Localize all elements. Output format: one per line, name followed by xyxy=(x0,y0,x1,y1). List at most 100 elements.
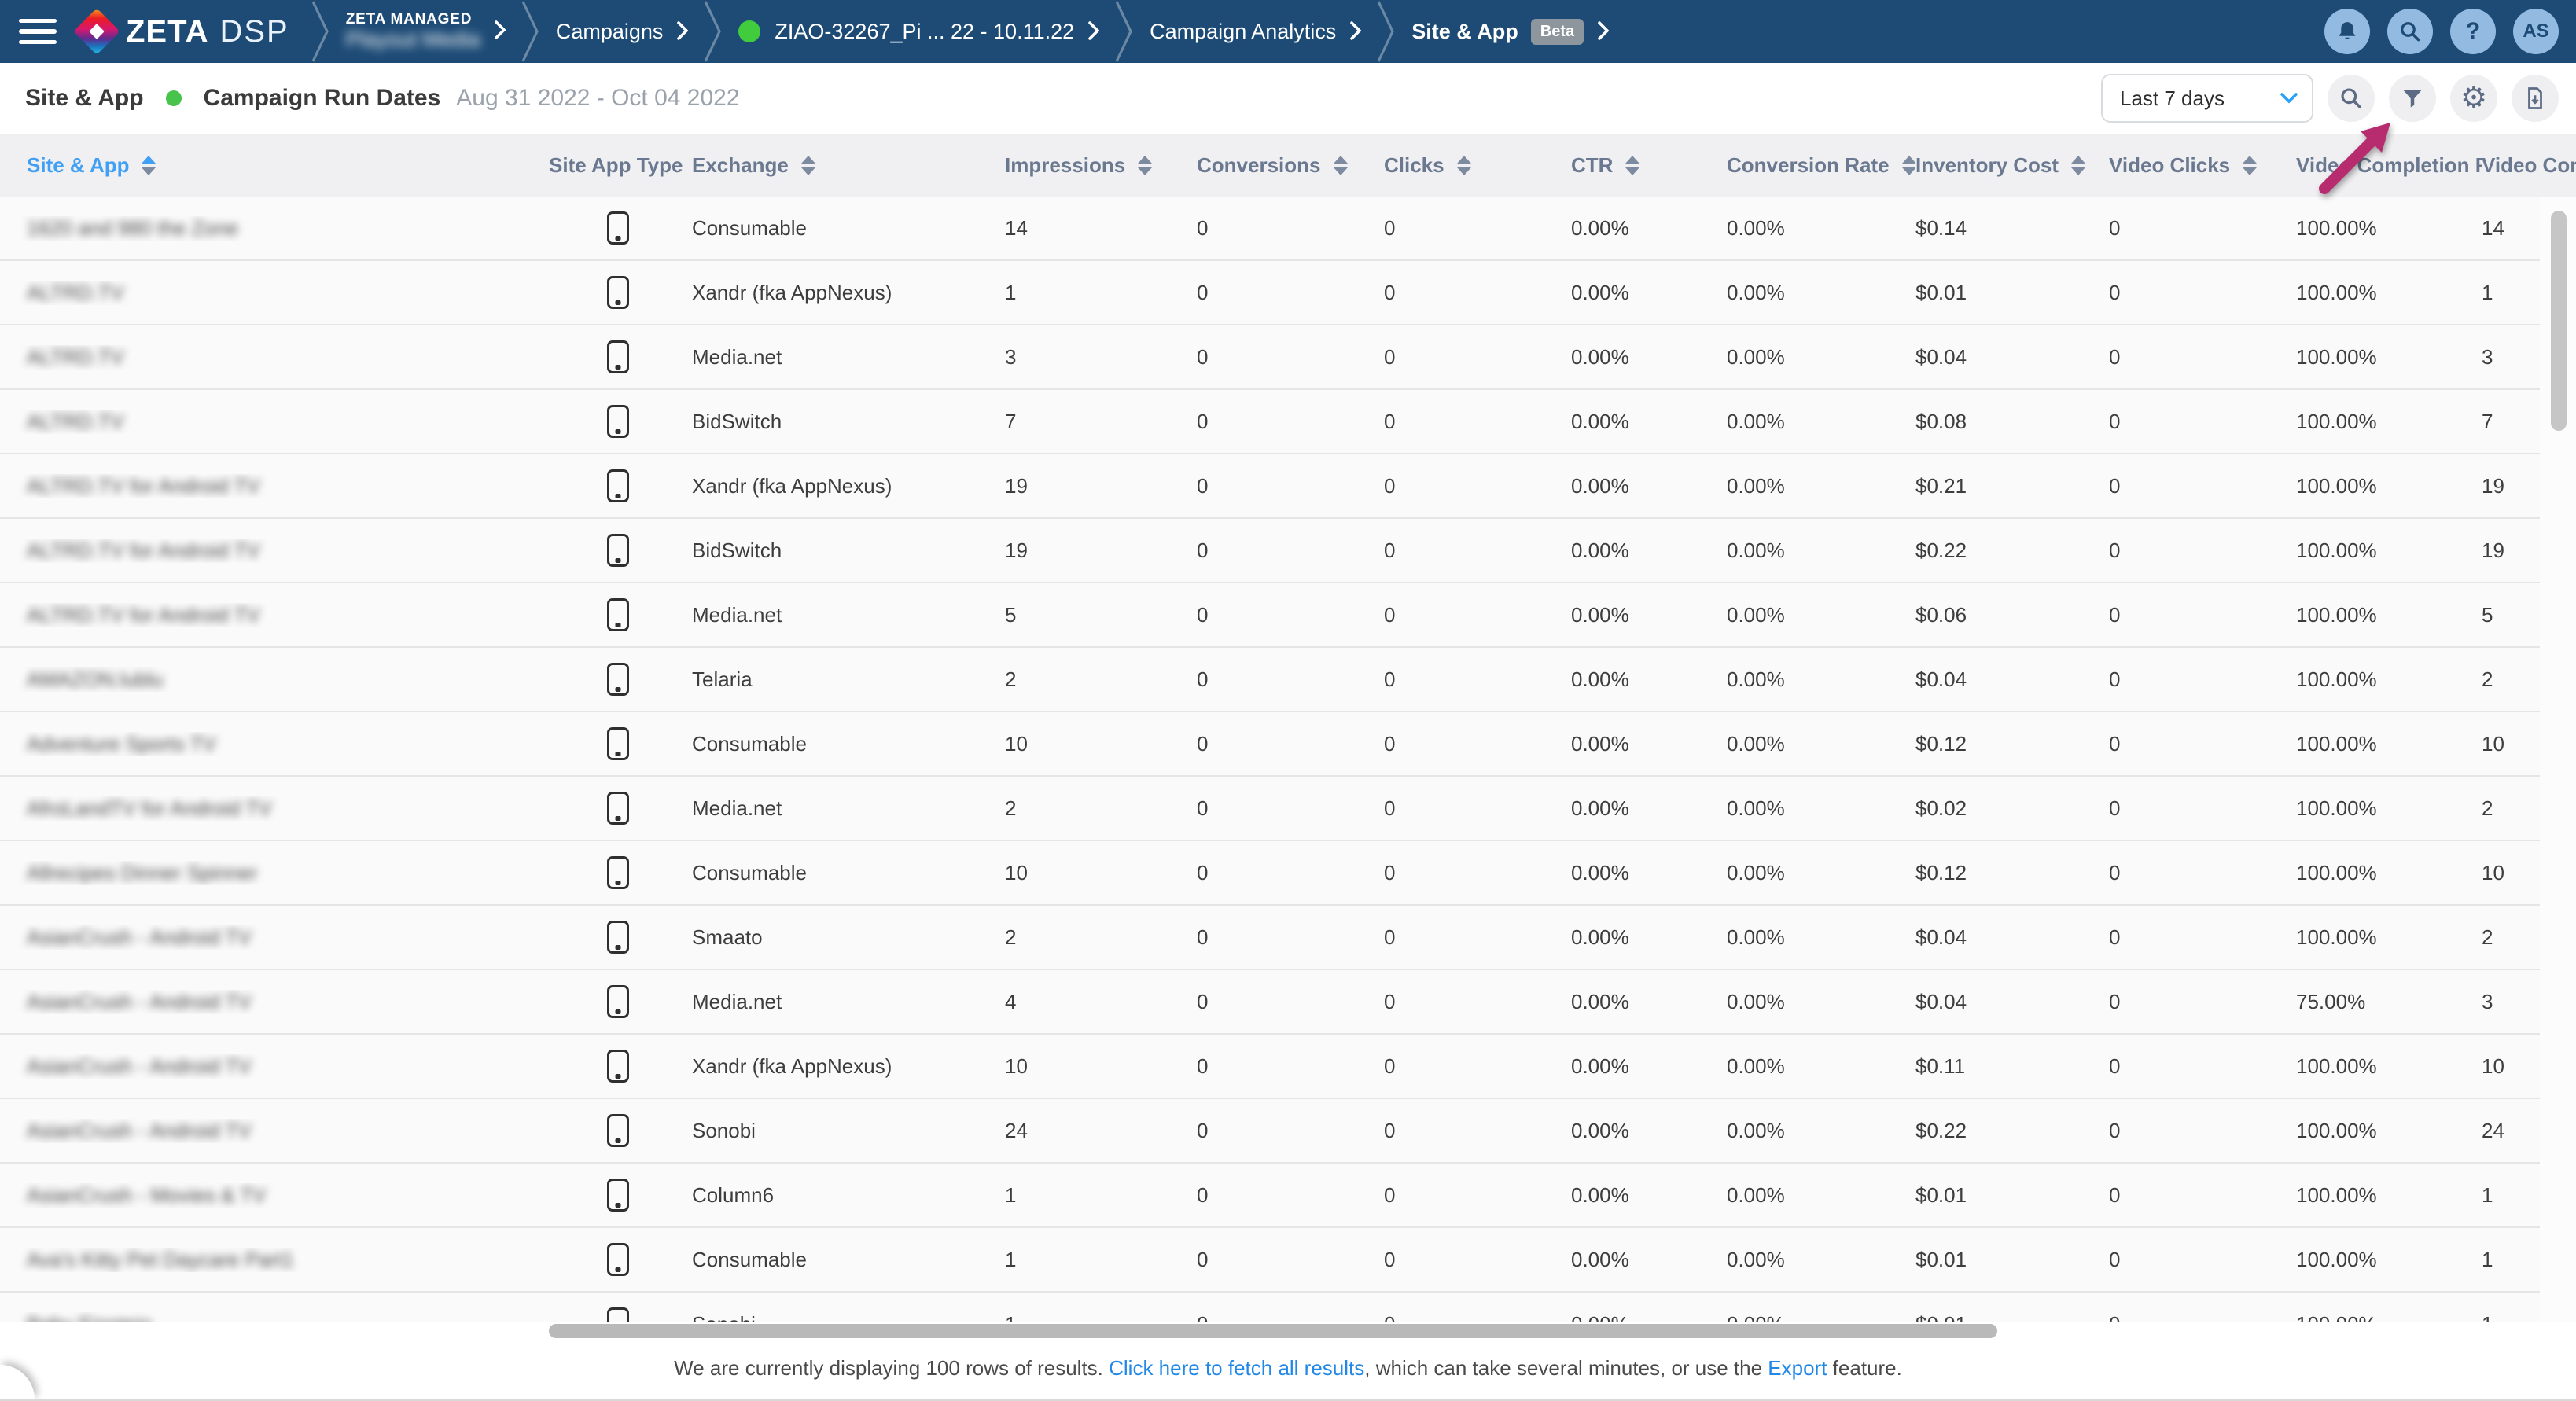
cell-inventory-cost: $0.11 xyxy=(1915,1054,2109,1079)
table-row[interactable]: ALTRD.TV BidSwitch 7 0 0 0.00% 0.00% $0.… xyxy=(0,390,2540,454)
column-label: CTR xyxy=(1571,153,1613,178)
chevron-right-icon xyxy=(1350,17,1361,46)
mobile-app-type-icon xyxy=(607,534,629,567)
breadcrumb-site-and-app[interactable]: Site & App Beta xyxy=(1396,17,1625,46)
mobile-app-type-icon xyxy=(607,1307,629,1322)
cell-ctr: 0.00% xyxy=(1571,539,1727,563)
breadcrumb-campaign-analytics[interactable]: Campaign Analytics xyxy=(1134,17,1377,46)
table-row[interactable]: AsianCrush - Movies & TV Column6 1 0 0 0… xyxy=(0,1164,2540,1228)
cell-impressions: 1 xyxy=(1005,281,1197,305)
cell-conversion-rate: 0.00% xyxy=(1727,1183,1915,1208)
cell-impressions: 2 xyxy=(1005,796,1197,821)
column-header-clicks[interactable]: Clicks xyxy=(1384,153,1571,178)
sort-arrows-icon xyxy=(142,156,156,175)
cell-ctr: 0.00% xyxy=(1571,732,1727,756)
breadcrumb-campaign-item[interactable]: ZIAO-32267_Pi ... 22 - 10.11.22 xyxy=(723,17,1115,46)
cell-video-clicks: 0 xyxy=(2109,1054,2296,1079)
table-row[interactable]: Baby Einstein Sonobi 1 0 0 0.00% 0.00% $… xyxy=(0,1293,2540,1322)
cell-video-completion-rate: 100.00% xyxy=(2296,1248,2482,1272)
table-row[interactable]: AMAZON.lublu Telaria 2 0 0 0.00% 0.00% $… xyxy=(0,648,2540,712)
table-row[interactable]: AsianCrush - Android TV Smaato 2 0 0 0.0… xyxy=(0,906,2540,970)
site-name-redacted: Ava's Kitty Pet Daycare Part1 xyxy=(27,1248,294,1272)
column-label: Site App Type xyxy=(549,153,683,178)
table-row[interactable]: ALTRD.TV for Android TV BidSwitch 19 0 0… xyxy=(0,519,2540,583)
cell-video-completion-rate: 100.00% xyxy=(2296,474,2482,498)
column-header-video-completion-rate[interactable]: Video Completion Rate xyxy=(2296,153,2482,178)
sort-arrows-icon xyxy=(1457,156,1471,175)
mobile-app-type-icon xyxy=(607,1050,629,1083)
column-header-exchange[interactable]: Exchange xyxy=(692,153,1005,178)
notifications-button[interactable] xyxy=(2324,9,2370,54)
cell-conversions: 0 xyxy=(1197,1248,1384,1272)
cell-ctr: 0.00% xyxy=(1571,603,1727,627)
column-header-site-app[interactable]: Site & App xyxy=(0,153,549,178)
table-row[interactable]: Allrecipes Dinner Spinner Consumable 10 … xyxy=(0,841,2540,906)
date-filter-dropdown[interactable]: Last 7 days xyxy=(2101,74,2313,123)
cell-clicks: 0 xyxy=(1384,410,1571,434)
table-row[interactable]: AsianCrush - Android TV Sonobi 24 0 0 0.… xyxy=(0,1099,2540,1164)
column-header-video-compl[interactable]: Video Compl xyxy=(2482,153,2576,178)
mobile-app-type-icon xyxy=(607,663,629,696)
table-row[interactable]: ALTRD.TV Xandr (fka AppNexus) 1 0 0 0.00… xyxy=(0,261,2540,325)
help-button[interactable]: ? xyxy=(2450,9,2496,54)
vertical-scrollbar[interactable] xyxy=(2551,211,2567,431)
filter-button[interactable] xyxy=(2389,75,2436,122)
horizontal-scrollbar[interactable] xyxy=(549,1324,1997,1338)
site-name-redacted: AsianCrush - Android TV xyxy=(27,1054,252,1079)
cell-video-clicks: 0 xyxy=(2109,603,2296,627)
column-header-inventory-cost[interactable]: Inventory Cost xyxy=(1915,153,2109,178)
fetch-all-results-link[interactable]: Click here to fetch all results xyxy=(1109,1356,1364,1380)
sort-arrows-icon xyxy=(2071,156,2085,175)
cell-inventory-cost: $0.01 xyxy=(1915,1312,2109,1323)
column-header-conversion-rate[interactable]: Conversion Rate xyxy=(1727,153,1915,178)
table-row[interactable]: ALTRD.TV Media.net 3 0 0 0.00% 0.00% $0.… xyxy=(0,325,2540,390)
chevron-right-icon xyxy=(677,17,688,46)
top-nav: ZETA DSP ZETA MANAGED Playout Media Camp… xyxy=(0,0,2576,63)
table-row[interactable]: AsianCrush - Android TV Xandr (fka AppNe… xyxy=(0,1035,2540,1099)
cell-conversions: 0 xyxy=(1197,603,1384,627)
cell-video-completions: 2 xyxy=(2482,796,2540,821)
cell-clicks: 0 xyxy=(1384,603,1571,627)
site-name-redacted: AMAZON.lublu xyxy=(27,667,163,692)
page-toolbar: Site & App Campaign Run Dates Aug 31 202… xyxy=(0,63,2576,134)
settings-button[interactable]: ⚙ xyxy=(2450,75,2497,122)
toolbar-actions: Last 7 days ⚙ xyxy=(2101,74,2559,123)
mobile-app-type-icon xyxy=(607,1243,629,1276)
mobile-app-type-icon xyxy=(607,1179,629,1212)
cell-conversion-rate: 0.00% xyxy=(1727,796,1915,821)
zeta-dsp-logo[interactable]: ZETA DSP xyxy=(71,14,289,50)
cell-ctr: 0.00% xyxy=(1571,410,1727,434)
column-header-video-clicks[interactable]: Video Clicks xyxy=(2109,153,2296,178)
table-row[interactable]: ALTRD.TV for Android TV Media.net 5 0 0 … xyxy=(0,583,2540,648)
cell-clicks: 0 xyxy=(1384,732,1571,756)
breadcrumb-campaigns[interactable]: Campaigns xyxy=(540,17,705,46)
table-row[interactable]: Ava's Kitty Pet Daycare Part1 Consumable… xyxy=(0,1228,2540,1293)
cell-video-completion-rate: 75.00% xyxy=(2296,990,2482,1014)
table-row[interactable]: AsianCrush - Android TV Media.net 4 0 0 … xyxy=(0,970,2540,1035)
results-footer: We are currently displaying 100 rows of … xyxy=(0,1337,2576,1399)
table-row[interactable]: ALTRD.TV for Android TV Xandr (fka AppNe… xyxy=(0,454,2540,519)
search-icon xyxy=(2339,86,2364,111)
column-label: Video Completion Rate xyxy=(2296,153,2482,178)
table-row[interactable]: 1620 and 980 the Zone Consumable 14 0 0 … xyxy=(0,197,2540,261)
column-header-site-app-type[interactable]: Site App Type xyxy=(549,153,692,178)
global-search-button[interactable] xyxy=(2387,9,2433,54)
breadcrumb: ZETA MANAGED Playout Media Campaigns ZIA… xyxy=(311,0,1625,63)
mobile-app-type-icon xyxy=(607,727,629,760)
cell-video-completions: 24 xyxy=(2482,1119,2540,1143)
cell-clicks: 0 xyxy=(1384,1119,1571,1143)
export-button[interactable] xyxy=(2512,75,2559,122)
column-header-impressions[interactable]: Impressions xyxy=(1005,153,1197,178)
user-avatar[interactable]: AS xyxy=(2513,9,2559,54)
table-row[interactable]: Adventure Sports TV Consumable 10 0 0 0.… xyxy=(0,712,2540,777)
breadcrumb-account[interactable]: ZETA MANAGED Playout Media xyxy=(330,11,521,53)
hamburger-menu-icon[interactable] xyxy=(19,19,57,44)
column-header-conversions[interactable]: Conversions xyxy=(1197,153,1384,178)
cell-video-completions: 19 xyxy=(2482,539,2540,563)
mobile-app-type-icon xyxy=(607,985,629,1018)
cell-conversions: 0 xyxy=(1197,281,1384,305)
table-search-button[interactable] xyxy=(2328,75,2375,122)
table-row[interactable]: AfroLandTV for Android TV Media.net 2 0 … xyxy=(0,777,2540,841)
export-link[interactable]: Export xyxy=(1768,1356,1827,1380)
column-header-ctr[interactable]: CTR xyxy=(1571,153,1727,178)
